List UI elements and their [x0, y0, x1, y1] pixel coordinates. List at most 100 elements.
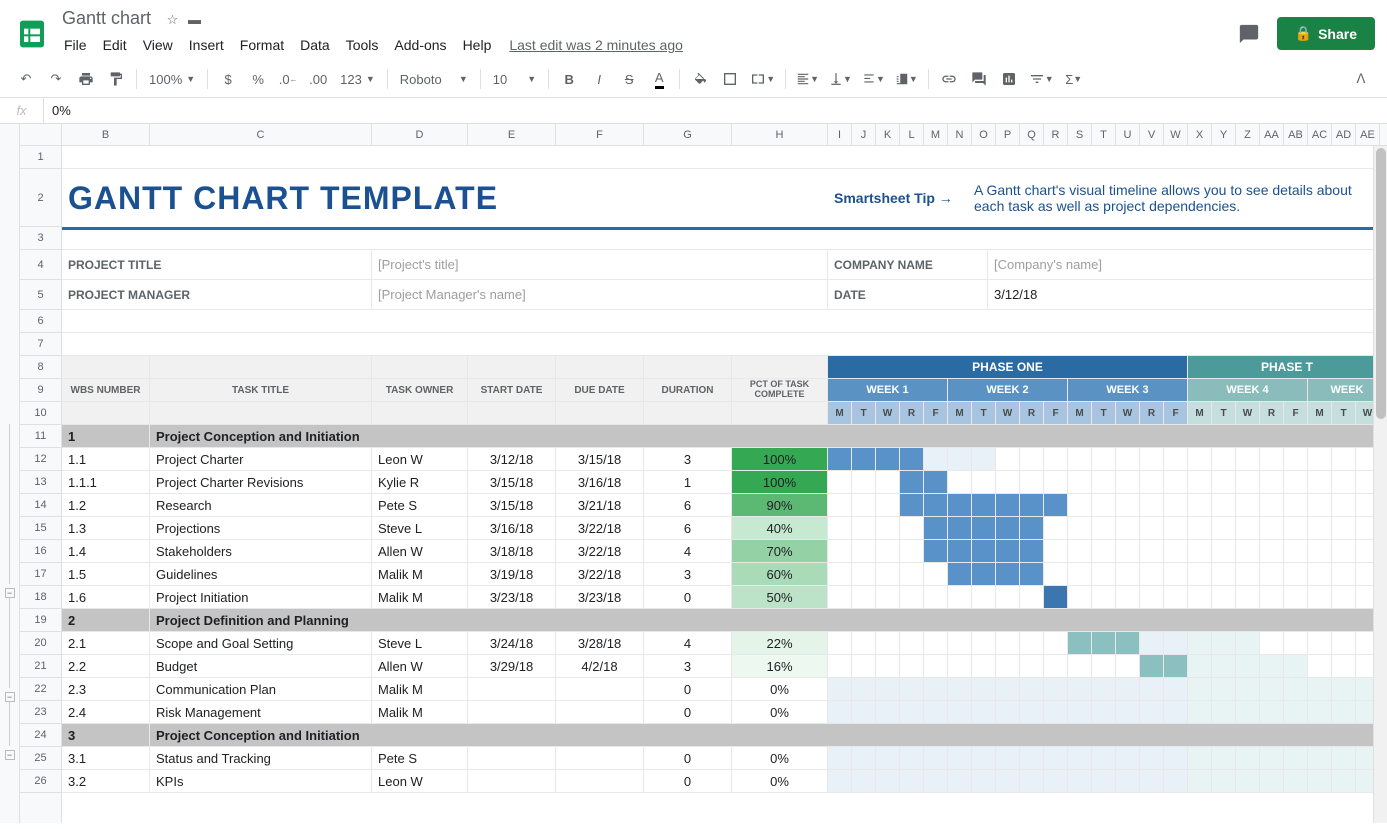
task-row[interactable]: 2.2 Budget Allen W 3/29/18 4/2/18 3 16%: [62, 655, 1387, 678]
gantt-cell[interactable]: [1044, 471, 1068, 493]
v-align-icon[interactable]: ▼: [825, 65, 856, 93]
gantt-cell[interactable]: [1284, 678, 1308, 700]
gantt-cell[interactable]: [828, 563, 852, 585]
gantt-cell[interactable]: [1140, 494, 1164, 516]
gantt-cell[interactable]: [1284, 540, 1308, 562]
menu-help[interactable]: Help: [455, 33, 500, 57]
gantt-cell[interactable]: [1236, 540, 1260, 562]
gantt-cell[interactable]: [924, 655, 948, 677]
gantt-cell[interactable]: [1164, 494, 1188, 516]
gantt-cell[interactable]: [852, 747, 876, 769]
insert-chart-icon[interactable]: [995, 65, 1023, 93]
gantt-cell[interactable]: [1140, 563, 1164, 585]
gantt-cell[interactable]: [1332, 770, 1356, 792]
gantt-cell[interactable]: [1020, 701, 1044, 723]
gantt-cell[interactable]: [1236, 770, 1260, 792]
gantt-cell[interactable]: [1164, 632, 1188, 654]
gantt-cell[interactable]: [996, 586, 1020, 608]
gantt-cell[interactable]: [1284, 494, 1308, 516]
gantt-cell[interactable]: [1164, 701, 1188, 723]
h-align-icon[interactable]: ▼: [792, 65, 823, 93]
gantt-cell[interactable]: [1260, 701, 1284, 723]
italic-icon[interactable]: I: [585, 65, 613, 93]
gantt-cell[interactable]: [996, 494, 1020, 516]
gantt-cell[interactable]: [1284, 747, 1308, 769]
gantt-cell[interactable]: [1212, 586, 1236, 608]
row-header[interactable]: 14: [20, 494, 61, 517]
gantt-cell[interactable]: [1116, 471, 1140, 493]
col-header[interactable]: B: [62, 124, 150, 145]
gantt-cell[interactable]: [1140, 448, 1164, 470]
gantt-cell[interactable]: [828, 586, 852, 608]
gantt-cell[interactable]: [900, 563, 924, 585]
gantt-cell[interactable]: [972, 494, 996, 516]
gantt-cell[interactable]: [1308, 563, 1332, 585]
gantt-cell[interactable]: [876, 586, 900, 608]
row-header[interactable]: 24: [20, 724, 61, 747]
gantt-cell[interactable]: [1236, 517, 1260, 539]
gantt-cell[interactable]: [996, 517, 1020, 539]
row-header[interactable]: 18: [20, 586, 61, 609]
merge-cells-icon[interactable]: ▼: [746, 65, 779, 93]
gantt-cell[interactable]: [1188, 678, 1212, 700]
gantt-cell[interactable]: [1188, 586, 1212, 608]
gantt-cell[interactable]: [1332, 471, 1356, 493]
row-header[interactable]: 9: [20, 379, 61, 402]
gantt-cell[interactable]: [1332, 494, 1356, 516]
gantt-cell[interactable]: [1212, 655, 1236, 677]
row-header[interactable]: 16: [20, 540, 61, 563]
gantt-cell[interactable]: [1164, 448, 1188, 470]
star-icon[interactable]: ☆: [167, 12, 179, 27]
gantt-cell[interactable]: [1116, 747, 1140, 769]
col-header[interactable]: AB: [1284, 124, 1308, 145]
col-header[interactable]: G: [644, 124, 732, 145]
gantt-cell[interactable]: [828, 494, 852, 516]
text-wrap-icon[interactable]: ▼: [858, 65, 889, 93]
gantt-cell[interactable]: [1188, 494, 1212, 516]
gantt-cell[interactable]: [1188, 540, 1212, 562]
gantt-cell[interactable]: [996, 747, 1020, 769]
gantt-cell[interactable]: [1092, 517, 1116, 539]
gantt-cell[interactable]: [1068, 701, 1092, 723]
text-rotation-icon[interactable]: ▼: [891, 65, 922, 93]
gantt-cell[interactable]: [996, 678, 1020, 700]
gantt-cell[interactable]: [1236, 701, 1260, 723]
gantt-cell[interactable]: [1188, 471, 1212, 493]
gantt-cell[interactable]: [900, 586, 924, 608]
gantt-cell[interactable]: [828, 471, 852, 493]
gantt-cell[interactable]: [1044, 747, 1068, 769]
gantt-cell[interactable]: [1284, 655, 1308, 677]
last-edit-link[interactable]: Last edit was 2 minutes ago: [509, 37, 683, 53]
gantt-cell[interactable]: [1212, 770, 1236, 792]
row-header[interactable]: 23: [20, 701, 61, 724]
gantt-cell[interactable]: [972, 586, 996, 608]
gantt-cell[interactable]: [852, 770, 876, 792]
gantt-cell[interactable]: [1140, 540, 1164, 562]
gantt-cell[interactable]: [900, 448, 924, 470]
col-header[interactable]: M: [924, 124, 948, 145]
gantt-cell[interactable]: [1140, 678, 1164, 700]
gantt-cell[interactable]: [1308, 517, 1332, 539]
gantt-cell[interactable]: [972, 655, 996, 677]
gantt-cell[interactable]: [876, 494, 900, 516]
gantt-cell[interactable]: [1260, 678, 1284, 700]
gantt-cell[interactable]: [1188, 770, 1212, 792]
gantt-cell[interactable]: [924, 747, 948, 769]
gantt-cell[interactable]: [1068, 586, 1092, 608]
gantt-cell[interactable]: [1332, 655, 1356, 677]
gantt-cell[interactable]: [876, 471, 900, 493]
gantt-cell[interactable]: [900, 494, 924, 516]
gantt-cell[interactable]: [828, 517, 852, 539]
gantt-cell[interactable]: [1332, 517, 1356, 539]
gantt-cell[interactable]: [924, 701, 948, 723]
task-row[interactable]: 1.4 Stakeholders Allen W 3/18/18 3/22/18…: [62, 540, 1387, 563]
borders-icon[interactable]: [716, 65, 744, 93]
gantt-cell[interactable]: [876, 540, 900, 562]
gantt-cell[interactable]: [1212, 540, 1236, 562]
insert-comment-icon[interactable]: [965, 65, 993, 93]
decrease-decimal-icon[interactable]: .0←: [274, 65, 302, 93]
gantt-cell[interactable]: [1068, 471, 1092, 493]
gantt-cell[interactable]: [1332, 540, 1356, 562]
gantt-cell[interactable]: [1116, 678, 1140, 700]
gantt-cell[interactable]: [996, 701, 1020, 723]
